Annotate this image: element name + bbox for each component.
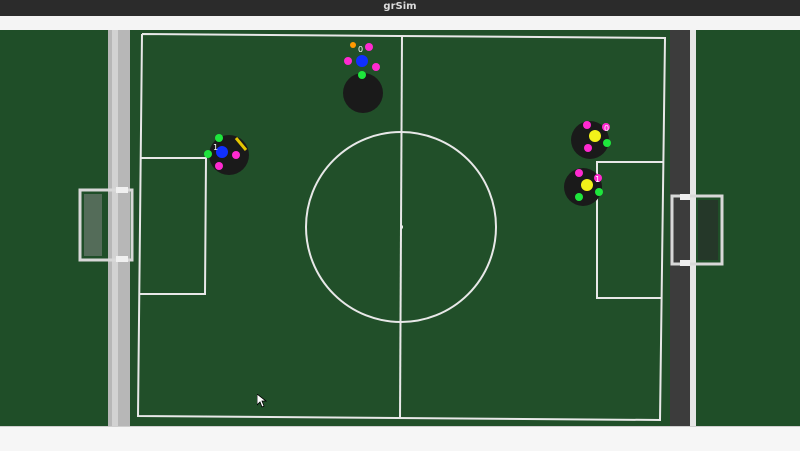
left-wall-highlight	[112, 30, 118, 426]
id-marker-pink	[232, 151, 240, 159]
id-marker-green	[575, 193, 583, 201]
id-marker-pink	[344, 57, 352, 65]
id-marker-pink	[215, 162, 223, 170]
window-titlebar: grSim	[0, 0, 800, 16]
id-marker-pink	[583, 121, 591, 129]
robot-id-label: 1	[595, 175, 600, 184]
team-marker-yellow	[589, 130, 601, 142]
id-marker-pink	[584, 144, 592, 152]
id-marker-green	[215, 134, 223, 142]
left-wall	[108, 30, 130, 426]
id-marker-pink	[575, 169, 583, 177]
id-marker-pink	[372, 63, 380, 71]
statusbar	[0, 426, 800, 451]
arrow-cursor-icon	[257, 394, 267, 408]
id-marker-green	[358, 71, 366, 79]
ball	[350, 42, 356, 48]
robot-id-label: 0	[358, 45, 363, 54]
id-marker-pink	[365, 43, 373, 51]
robot-id-label: 1	[213, 143, 218, 152]
right-wall-edge	[690, 30, 696, 426]
simulation-viewport[interactable]: 1 0 0 1	[0, 30, 800, 426]
field-canvas[interactable]: 1 0 0 1	[0, 30, 800, 426]
id-marker-green	[595, 188, 603, 196]
robot-id-label: 0	[604, 124, 609, 133]
id-marker-green	[204, 150, 212, 158]
team-marker-yellow	[581, 179, 593, 191]
window-title: grSim	[383, 1, 417, 12]
id-marker-green	[603, 139, 611, 147]
toolbar	[0, 16, 800, 31]
team-marker-blue	[356, 55, 368, 67]
